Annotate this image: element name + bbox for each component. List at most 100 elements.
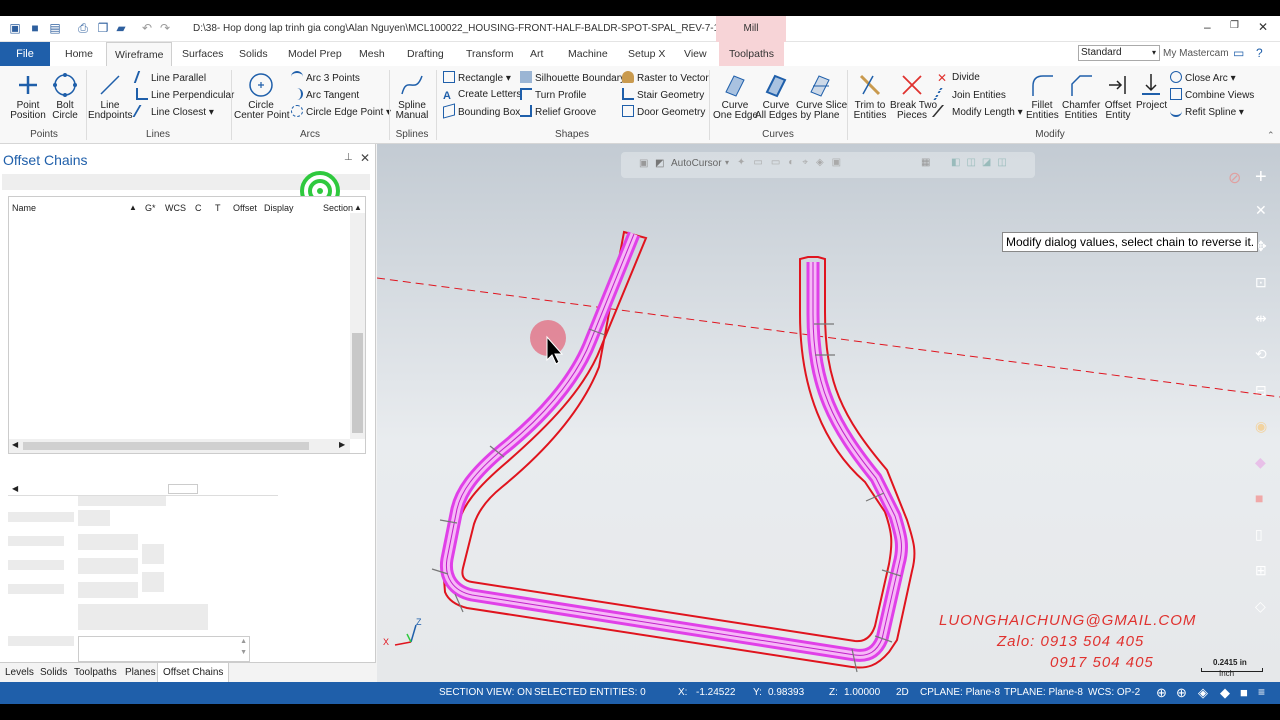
print-icon[interactable]: ⎙	[76, 21, 90, 35]
tab-toolpaths-manager[interactable]: Toolpaths	[74, 667, 117, 678]
line-perpendicular-button[interactable]: Line Perpendicular	[136, 88, 234, 103]
project-button[interactable]: Project	[1136, 72, 1167, 111]
cplane-status[interactable]: CPLANE: Plane-8	[920, 687, 1000, 698]
scroll-right-icon[interactable]: ▶	[339, 440, 345, 449]
tplane-status[interactable]: TPLANE: Plane-8	[1004, 687, 1083, 698]
curve-one-edge-button[interactable]: Curve One Edge	[713, 72, 758, 121]
tab-solids-manager[interactable]: Solids	[40, 667, 67, 678]
line-parallel-button[interactable]: Line Parallel	[133, 71, 206, 86]
graphics-viewport[interactable]: ▣ ◩ AutoCursor ▾ ✦▭▭◐⌖◈▣ ▦ ◧◫◪◫ ⊘ + ✕ ✥ …	[377, 144, 1280, 682]
blurred-input[interactable]	[78, 582, 138, 598]
arc-tangent-button[interactable]: Arc Tangent	[291, 88, 359, 103]
tab-home[interactable]: Home	[65, 42, 93, 66]
circle-center-point-button[interactable]: Circle Center Point	[234, 72, 290, 121]
tab-art[interactable]: Art	[530, 42, 543, 66]
trim-to-entities-button[interactable]: Trim to Entities	[849, 72, 891, 121]
redo-icon[interactable]: ↷	[158, 21, 172, 35]
scroll-left-icon[interactable]: ◀	[12, 440, 18, 449]
turn-profile-button[interactable]: Turn Profile	[520, 88, 586, 103]
horizontal-scrollbar[interactable]: ◀ ▶	[9, 439, 350, 453]
door-geometry-button[interactable]: Door Geometry	[622, 105, 705, 120]
break-two-pieces-button[interactable]: Break Two Pieces	[890, 72, 937, 121]
column-t[interactable]: T	[215, 203, 221, 213]
tab-planes[interactable]: Planes	[125, 667, 156, 678]
scroll-left-icon[interactable]: ◀	[12, 484, 18, 493]
rectangle-button[interactable]: Rectangle ▾	[443, 71, 511, 86]
tab-surfaces[interactable]: Surfaces	[182, 42, 223, 66]
tab-mesh[interactable]: Mesh	[359, 42, 385, 66]
display-settings-icon[interactable]: ≡	[1258, 685, 1265, 699]
tab-levels[interactable]: Levels	[5, 667, 34, 678]
chain-list-grid[interactable]: Name ▲ G* WCS C T Offset Display Section…	[8, 196, 366, 454]
line-endpoints-button[interactable]: Line Endpoints	[88, 72, 132, 121]
silhouette-boundary-button[interactable]: Silhouette Boundary	[520, 71, 625, 86]
create-letters-button[interactable]: A Create Letters	[443, 88, 521, 102]
blurred-button[interactable]	[142, 572, 164, 592]
tab-drafting[interactable]: Drafting	[407, 42, 444, 66]
blurred-spinner[interactable]: ▲ ▼	[78, 636, 250, 662]
shaded-cube-icon[interactable]: ◆	[1220, 685, 1230, 701]
column-wcs[interactable]: WCS	[165, 203, 186, 213]
column-offset[interactable]: Offset	[233, 203, 257, 213]
close-arc-button[interactable]: Close Arc ▾	[1170, 71, 1236, 86]
bolt-circle-button[interactable]: Bolt Circle	[50, 72, 80, 121]
globe-icon[interactable]: ⊕	[1156, 685, 1167, 701]
wcs-status[interactable]: WCS: OP-2	[1088, 687, 1140, 698]
spline-manual-button[interactable]: Spline Manual	[391, 72, 433, 121]
column-name[interactable]: Name	[12, 203, 36, 213]
join-entities-button[interactable]: Join Entities	[933, 88, 1006, 103]
bounding-box-button[interactable]: Bounding Box	[443, 103, 520, 120]
circle-edge-point-button[interactable]: Circle Edge Point ▾	[291, 105, 391, 120]
chamfer-entities-button[interactable]: Chamfer Entities	[1062, 72, 1100, 121]
copy-icon[interactable]: ❐	[96, 21, 110, 35]
chat-icon[interactable]: ▭	[1233, 46, 1244, 60]
restore-icon[interactable]: ❐	[1230, 20, 1239, 31]
globe-wire-icon[interactable]: ⊕	[1176, 685, 1187, 701]
close-icon[interactable]: ✕	[1258, 20, 1268, 34]
scroll-up-icon[interactable]: ▲	[354, 203, 362, 212]
folder-icon[interactable]: ▰	[114, 21, 128, 35]
spin-up-icon[interactable]: ▲	[240, 638, 247, 645]
modify-length-button[interactable]: Modify Length ▾	[931, 105, 1023, 120]
arc-3-points-button[interactable]: Arc 3 Points	[291, 71, 360, 86]
undo-icon[interactable]: ↶	[140, 21, 154, 35]
minimize-icon[interactable]: –	[1204, 20, 1211, 34]
tab-offset-chains[interactable]: Offset Chains	[157, 663, 230, 683]
subtab-active[interactable]	[168, 484, 198, 494]
relief-groove-button[interactable]: Relief Groove	[520, 105, 596, 120]
cube-icon[interactable]: ◈	[1198, 685, 1208, 701]
stair-geometry-button[interactable]: Stair Geometry	[622, 88, 704, 103]
point-position-button[interactable]: Point Position	[6, 72, 50, 121]
tab-wireframe[interactable]: Wireframe	[106, 42, 173, 66]
collapse-ribbon-icon[interactable]: ⌃	[1267, 130, 1275, 141]
column-c[interactable]: C	[195, 203, 202, 213]
fillet-entities-button[interactable]: Fillet Entities	[1026, 72, 1059, 121]
blurred-input[interactable]	[78, 558, 138, 574]
curve-slice-button[interactable]: Curve Slice by Plane	[796, 72, 847, 121]
vertical-scrollbar[interactable]	[350, 213, 365, 439]
curve-all-edges-button[interactable]: Curve All Edges	[755, 72, 797, 121]
refit-spline-button[interactable]: Refit Spline ▾	[1170, 105, 1244, 120]
selected-entities-status[interactable]: SELECTED ENTITIES: 0	[534, 687, 646, 698]
configuration-select[interactable]: Standard ▾	[1078, 45, 1160, 61]
column-section[interactable]: Section	[323, 203, 353, 213]
tab-machine[interactable]: Machine	[568, 42, 608, 66]
section-view-status[interactable]: SECTION VIEW: ON	[439, 687, 532, 698]
blurred-input[interactable]	[78, 534, 138, 550]
save-icon[interactable]: ■	[28, 21, 42, 35]
tab-solids[interactable]: Solids	[239, 42, 268, 66]
line-closest-button[interactable]: Line Closest ▾	[132, 105, 214, 120]
divide-button[interactable]: ✕ Divide	[937, 71, 980, 85]
tab-view[interactable]: View	[684, 42, 707, 66]
spin-down-icon[interactable]: ▼	[240, 649, 247, 656]
scroll-thumb[interactable]	[352, 333, 363, 433]
raster-to-vector-button[interactable]: Raster to Vector	[622, 71, 709, 86]
column-display[interactable]: Display	[264, 203, 294, 213]
help-icon[interactable]: ?	[1256, 46, 1263, 60]
pin-icon[interactable]: ⊥	[344, 152, 353, 163]
color-square-icon[interactable]: ■	[1240, 685, 1248, 700]
offset-entity-button[interactable]: Offset Entity	[1102, 72, 1134, 121]
blurred-input[interactable]	[78, 510, 110, 526]
tab-setup-x[interactable]: Setup X	[628, 42, 665, 66]
tab-model-prep[interactable]: Model Prep	[288, 42, 342, 66]
